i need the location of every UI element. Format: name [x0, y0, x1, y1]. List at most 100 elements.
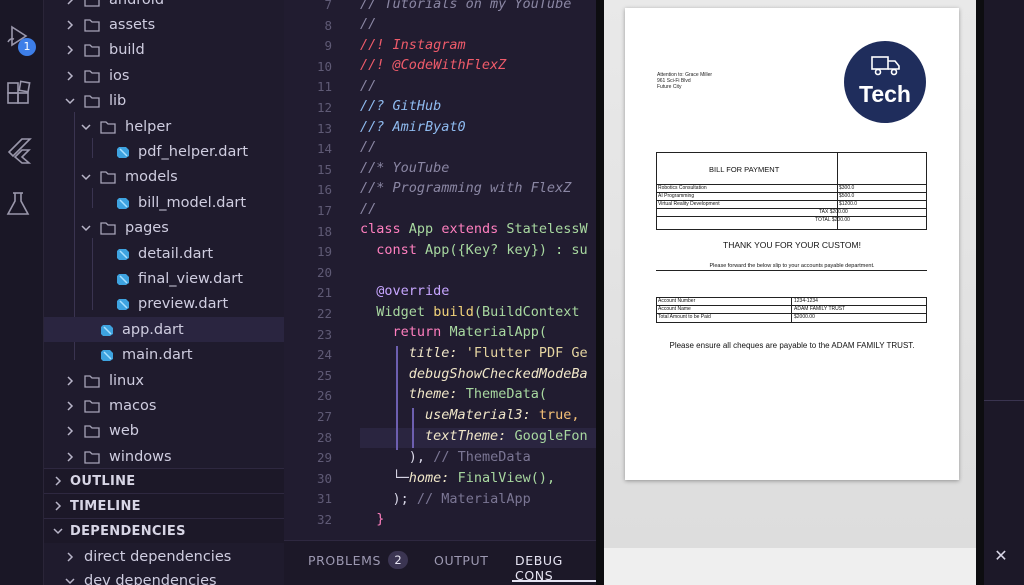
property: useMaterial3: — [425, 407, 531, 423]
chevron-down-icon — [52, 525, 64, 537]
keyword: const — [376, 242, 417, 258]
tree-item-label: models — [125, 169, 178, 186]
property: debugShowCheckedModeBa — [408, 366, 588, 382]
outline-section[interactable]: OUTLINE — [44, 468, 284, 493]
line-number: 25 — [316, 367, 332, 383]
folder-item[interactable]: android — [44, 0, 284, 12]
folder-icon — [84, 18, 100, 32]
line-number: 7 — [324, 0, 332, 12]
folder-item[interactable]: models — [44, 165, 284, 190]
file-item[interactable]: bill_model.dart — [44, 190, 284, 215]
chevron-right-icon — [64, 0, 76, 6]
folder-icon — [84, 374, 100, 388]
tree-item-label: detail.dart — [138, 245, 214, 262]
dart-file-icon — [116, 297, 130, 311]
comment: //! Instagram — [360, 37, 466, 53]
line-number: 9 — [324, 38, 332, 54]
file-item[interactable]: pdf_helper.dart — [44, 139, 284, 164]
folder-item[interactable]: windows — [44, 444, 284, 469]
folder-item[interactable]: web — [44, 419, 284, 444]
function-name: build — [433, 304, 474, 320]
file-item[interactable]: detail.dart — [44, 241, 284, 266]
folder-icon — [84, 399, 100, 413]
line-number: 24 — [316, 347, 332, 363]
code-line: const App({Key? key}) : su — [360, 242, 587, 258]
closing-label: // MaterialApp — [416, 491, 531, 507]
testing-icon[interactable] — [4, 190, 32, 218]
code-line: //! @CodeWithFlexZ — [360, 57, 506, 73]
line-number: 15 — [316, 161, 332, 177]
folder-item[interactable]: ios — [44, 63, 284, 88]
chevron-down-icon — [64, 95, 76, 107]
folder-icon — [84, 43, 100, 57]
file-item[interactable]: app.dart — [44, 317, 284, 343]
dart-file-icon — [100, 323, 114, 337]
close-panel-icon[interactable]: ✕ — [993, 548, 1009, 564]
file-item[interactable]: main.dart — [44, 343, 284, 368]
comment: //? AmirByat0 — [360, 119, 466, 135]
line-number: 23 — [316, 326, 332, 342]
class-name: GoogleFon — [514, 428, 588, 444]
thank-you-text: THANK YOU FOR YOUR CUSTOM! — [723, 240, 861, 250]
item-amount: $500.0 — [839, 193, 855, 199]
item-amount: $1200.0 — [839, 201, 858, 207]
extensions-icon[interactable] — [4, 80, 32, 108]
dev-dependencies-label: dev dependencies — [84, 572, 217, 585]
comment: //* YouTube — [360, 160, 450, 176]
dart-file-icon — [100, 348, 114, 362]
chevron-right-icon — [64, 425, 76, 437]
folder-icon — [100, 221, 116, 235]
code-line: debugShowCheckedModeBa — [360, 366, 588, 382]
bottom-panel: PROBLEMS 2 OUTPUT DEBUG CONS — [284, 540, 596, 585]
tree-item-label: assets — [109, 16, 156, 33]
keyword: class — [360, 221, 401, 237]
comment: // Tutorials on my YouTube — [360, 0, 572, 12]
file-item[interactable]: preview.dart — [44, 292, 284, 317]
flutter-icon[interactable] — [4, 136, 32, 164]
comment: // — [360, 16, 377, 32]
account-value: 1234-1234 — [794, 298, 818, 304]
string: 'Flutter PDF Ge — [465, 345, 588, 361]
pdf-document[interactable]: Attention to: Grace Miller 961 Sci-Fi Bl… — [625, 8, 959, 480]
tree-item-label: android — [109, 0, 164, 8]
chevron-right-icon — [52, 500, 64, 512]
folder-item[interactable]: macos — [44, 393, 284, 418]
punctuation: ), — [408, 449, 426, 465]
truck-icon — [871, 56, 900, 76]
property: theme: — [408, 386, 458, 402]
code-line: // — [360, 16, 376, 32]
folder-item[interactable]: linux — [44, 368, 284, 393]
folder-item[interactable]: assets — [44, 12, 284, 37]
comment: //! @CodeWithFlexZ — [360, 57, 507, 73]
account-value: ADAM FAMILY TRUST — [794, 306, 846, 312]
comment: //* Programming with FlexZ — [360, 180, 572, 196]
dependencies-label: DEPENDENCIES — [70, 523, 186, 539]
code-line: textTheme: GoogleFon — [360, 428, 588, 444]
tab-debug-console[interactable]: DEBUG CONS — [515, 553, 596, 583]
folder-item[interactable]: helper — [44, 114, 284, 139]
code-line: } — [360, 511, 384, 527]
direct-dependencies-item[interactable]: direct dependencies — [44, 544, 284, 569]
divider — [984, 400, 1024, 401]
tree-item-label: final_view.dart — [138, 270, 243, 287]
tab-output[interactable]: OUTPUT — [434, 553, 489, 568]
dev-dependencies-item[interactable]: dev dependencies — [44, 568, 284, 585]
dependencies-section[interactable]: DEPENDENCIES — [44, 518, 284, 543]
tab-problems[interactable]: PROBLEMS — [308, 553, 381, 568]
folder-item[interactable]: pages — [44, 216, 284, 241]
folder-item[interactable]: build — [44, 38, 284, 63]
keyword: return — [392, 324, 442, 340]
company-logo: Tech — [844, 41, 926, 123]
problems-count-badge: 2 — [388, 551, 408, 569]
folder-item[interactable]: lib — [44, 89, 284, 114]
timeline-section[interactable]: TIMELINE — [44, 493, 284, 518]
folder-icon — [84, 94, 100, 108]
line-number: 27 — [316, 409, 332, 424]
file-item[interactable]: final_view.dart — [44, 266, 284, 291]
code-line: //! Instagram — [360, 37, 466, 53]
code-line: useMaterial3: true, — [360, 407, 579, 423]
code-editor[interactable]: 7 8 9 10 11 12 13 14 15 16 17 18 19 20 21 22 23 24 25 26 27 2… — [284, 0, 596, 540]
dart-file-icon — [116, 247, 130, 261]
dart-file-icon — [116, 145, 130, 159]
direct-dependencies-label: direct dependencies — [84, 548, 232, 565]
